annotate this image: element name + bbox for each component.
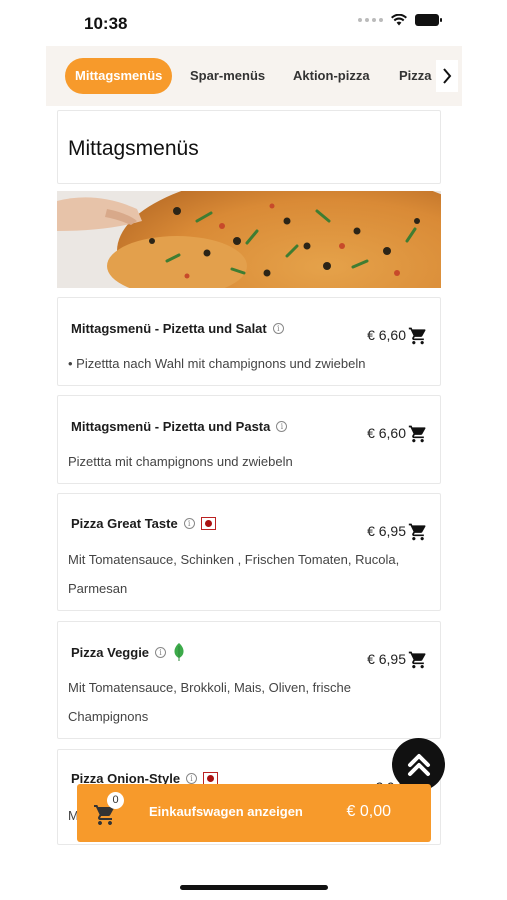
item-description: • Pizettta nach Wahl mit champignons und… bbox=[68, 356, 366, 371]
tabs-next-button[interactable] bbox=[436, 60, 458, 92]
info-icon[interactable]: i bbox=[276, 421, 288, 432]
menu-item[interactable]: Mittagsmenü - Pizetta und Pasta i € 6,60… bbox=[57, 395, 441, 484]
signal-icon bbox=[358, 18, 383, 22]
meat-badge-icon bbox=[200, 517, 216, 530]
add-to-cart-icon[interactable] bbox=[408, 522, 428, 542]
tab-spar-menus[interactable]: Spar-menüs bbox=[190, 58, 265, 94]
info-icon[interactable]: i bbox=[155, 646, 167, 658]
item-price: € 6,60 bbox=[367, 425, 406, 441]
info-icon[interactable]: i bbox=[186, 773, 198, 784]
wifi-icon bbox=[391, 14, 407, 26]
add-to-cart-icon[interactable] bbox=[408, 424, 428, 444]
status-bar: 10:38 bbox=[0, 0, 507, 46]
tab-mittagsmenus[interactable]: Mittagsmenüs bbox=[65, 58, 173, 94]
tab-aktion-pizza[interactable]: Aktion-pizza bbox=[293, 58, 370, 94]
double-chevron-up-icon bbox=[407, 753, 430, 776]
tab-pizza[interactable]: Pizza bbox=[399, 58, 432, 94]
item-description: Mit Tomatensauce, Brokkoli, Mais, Oliven… bbox=[68, 680, 351, 724]
info-icon[interactable]: i bbox=[183, 518, 195, 529]
cart-bar-label: Einkaufswagen anzeigen bbox=[149, 804, 303, 819]
battery-icon bbox=[415, 14, 442, 26]
chevron-right-icon bbox=[443, 68, 452, 84]
status-time: 10:38 bbox=[84, 14, 128, 33]
menu-item[interactable]: Pizza Great Taste i € 6,95 Mit Tomatensa… bbox=[57, 493, 441, 611]
item-name: Pizza Veggie bbox=[71, 644, 150, 660]
item-name: Pizza Great Taste bbox=[71, 516, 178, 531]
item-price: € 6,60 bbox=[367, 327, 406, 343]
home-indicator[interactable] bbox=[180, 885, 328, 890]
menu-item[interactable]: Pizza Veggie i € 6,95 Mit Tomatensauce, … bbox=[57, 621, 441, 739]
section-title: Mittagsmenüs bbox=[68, 137, 199, 160]
veggie-leaf-icon bbox=[174, 643, 184, 661]
item-name: Mittagsmenü - Pizetta und Pasta bbox=[71, 419, 271, 434]
item-price: € 6,95 bbox=[367, 651, 406, 667]
item-description: Pizettta mit champignons und zwiebeln bbox=[68, 454, 293, 469]
item-description: Mit Tomatensauce, Schinken , Frischen To… bbox=[68, 552, 400, 596]
status-icons bbox=[358, 14, 442, 26]
item-price: € 6,95 bbox=[367, 523, 406, 539]
menu-item[interactable]: Mittagsmenü - Pizetta und Salat i € 6,60… bbox=[57, 297, 441, 386]
add-to-cart-icon[interactable] bbox=[408, 326, 428, 346]
category-banner-image bbox=[57, 191, 441, 288]
section-header: Mittagsmenüs bbox=[57, 110, 441, 184]
info-icon[interactable]: i bbox=[272, 323, 284, 334]
view-cart-button[interactable]: 0 Einkaufswagen anzeigen € 0,00 bbox=[77, 784, 431, 842]
add-to-cart-icon[interactable] bbox=[408, 650, 428, 670]
cart-total: € 0,00 bbox=[346, 803, 391, 820]
item-name: Mittagsmenü - Pizetta und Salat bbox=[71, 321, 267, 336]
category-tabs: Mittagsmenüs Spar-menüs Aktion-pizza Piz… bbox=[46, 46, 462, 106]
cart-count-badge: 0 bbox=[107, 792, 124, 809]
